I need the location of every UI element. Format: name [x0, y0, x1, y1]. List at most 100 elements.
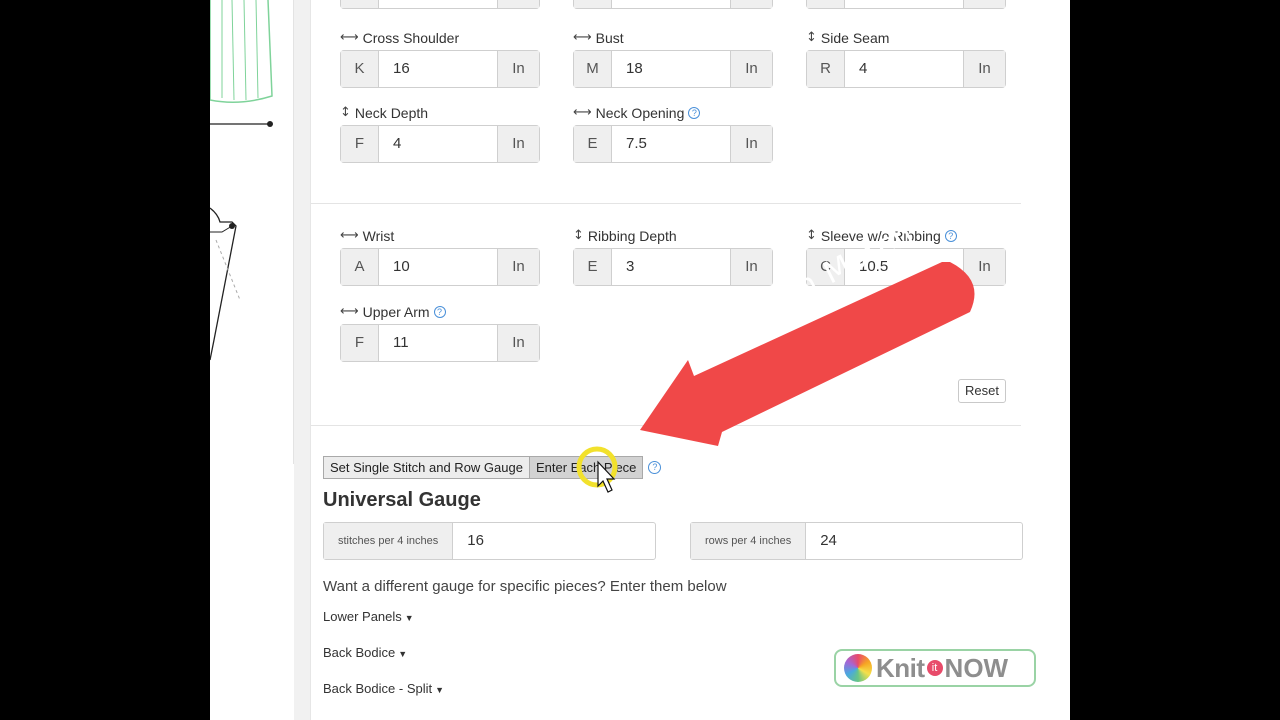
unit-suffix: In [730, 126, 772, 162]
unit-suffix: In [497, 249, 539, 285]
field-label: Bust [595, 30, 624, 46]
field-value[interactable]: 10 [379, 249, 497, 285]
upper-arm-input[interactable]: F 11 In [340, 324, 540, 362]
tab-each-piece[interactable]: Enter Each Piece [529, 456, 644, 479]
vertical-dimension-icon: ↕ [806, 30, 817, 45]
field-prefix: A [341, 249, 379, 285]
wrist-input[interactable]: A 10 In [340, 248, 540, 286]
neck-opening-field: ⟷ Neck Opening? E 7.5 In [573, 104, 773, 163]
side-seam-input[interactable]: R 4 In [806, 50, 1006, 88]
field-partial-1 [340, 0, 540, 9]
gauge-mode-tabs: Set Single Stitch and Row Gauge Enter Ea… [323, 456, 662, 479]
help-icon[interactable]: ? [648, 461, 662, 474]
logo-text-now: NOW [944, 652, 1009, 683]
field-value[interactable]: 3 [612, 249, 730, 285]
field-partial-3 [806, 0, 1006, 9]
field-prefix: R [807, 51, 845, 87]
reset-button[interactable]: Reset [958, 379, 1006, 403]
section-divider [311, 203, 1021, 204]
field-value[interactable]: 16 [379, 51, 497, 87]
field-prefix: E [574, 126, 612, 162]
field-label: Side Seam [820, 30, 890, 46]
horizontal-dimension-icon: ⟷ [340, 30, 359, 45]
tab-single-gauge[interactable]: Set Single Stitch and Row Gauge [323, 456, 530, 479]
field-value[interactable]: 11 [379, 325, 497, 361]
rows-value[interactable]: 24 [806, 523, 837, 559]
unit-suffix: In [963, 51, 1005, 87]
dropdown-back-bodice[interactable]: Back Bodice ▼ [323, 645, 407, 660]
upper-arm-field: ⟷ Upper Arm? F 11 In [340, 303, 540, 362]
horizontal-dimension-icon: ⟷ [573, 30, 592, 45]
unit-suffix: In [963, 249, 1005, 285]
field-label: Sleeve w/o Ribbing [820, 228, 941, 244]
ribbing-depth-field: ↕ Ribbing Depth E 3 In [573, 227, 773, 286]
ribbing-depth-input[interactable]: E 3 In [573, 248, 773, 286]
stitches-label: stitches per 4 inches [324, 523, 454, 559]
field-value[interactable]: 4 [845, 51, 963, 87]
neck-opening-input[interactable]: E 7.5 In [573, 125, 773, 163]
measurements-panel: ⟷ Cross Shoulder K 16 In ⟷ Bust M 18 In ↕ S… [310, 0, 1070, 720]
logo-text-knit: Knit [876, 652, 925, 683]
yarn-swirl-icon [844, 654, 872, 682]
field-prefix: E [574, 249, 612, 285]
field-label: Neck Depth [354, 105, 429, 121]
dropdown-label: Back Bodice [323, 645, 396, 660]
dropdown-back-bodice-split[interactable]: Back Bodice - Split ▼ [323, 681, 444, 696]
help-icon[interactable]: ? [688, 107, 701, 119]
field-value[interactable]: 18 [612, 51, 730, 87]
sleeve-wo-ribbing-field: ↕ Sleeve w/o Ribbing? C 10.5 In [806, 227, 1006, 286]
neck-depth-input[interactable]: F 4 In [340, 125, 540, 163]
caret-down-icon: ▼ [398, 649, 408, 659]
app-window: ⟷ Cross Shoulder K 16 In ⟷ Bust M 18 In ↕ S… [210, 0, 1070, 720]
bust-field: ⟷ Bust M 18 In [573, 29, 773, 88]
unit-suffix: In [730, 51, 772, 87]
caret-down-icon: ▼ [435, 685, 445, 695]
wrist-field: ⟷ Wrist A 10 In [340, 227, 540, 286]
sleeve-wo-ribbing-input[interactable]: C 10.5 In [806, 248, 1006, 286]
field-partial-2 [573, 0, 773, 9]
field-prefix: M [574, 51, 612, 87]
field-prefix: K [341, 51, 379, 87]
field-prefix: F [341, 126, 379, 162]
field-value[interactable]: 10.5 [845, 249, 963, 285]
unit-suffix: In [497, 126, 539, 162]
rows-gauge-input[interactable]: rows per 4 inches 24 [690, 522, 1023, 560]
field-label: Wrist [362, 228, 395, 244]
dropdown-lower-panels[interactable]: Lower Panels ▼ [323, 609, 414, 624]
pattern-diagram [210, 0, 273, 361]
field-value[interactable]: 4 [379, 126, 497, 162]
logo-text-it: it [926, 660, 943, 676]
help-icon[interactable]: ? [433, 306, 446, 318]
field-label: Neck Opening [595, 105, 685, 121]
piece-gauge-prompt: Want a different gauge for specific piec… [323, 578, 727, 595]
rows-label: rows per 4 inches [691, 523, 807, 559]
unit-suffix: In [497, 51, 539, 87]
neck-depth-field: ↕ Neck Depth F 4 In [340, 104, 540, 163]
unit-suffix: In [730, 249, 772, 285]
field-label: Ribbing Depth [587, 228, 677, 244]
dropdown-label: Lower Panels [323, 609, 402, 624]
stitches-gauge-input[interactable]: stitches per 4 inches 16 [323, 522, 656, 560]
side-seam-field: ↕ Side Seam R 4 In [806, 29, 1006, 88]
stitches-value[interactable]: 16 [453, 523, 484, 559]
field-prefix: C [807, 249, 845, 285]
bust-input[interactable]: M 18 In [573, 50, 773, 88]
vertical-dimension-icon: ↕ [573, 228, 584, 243]
gauge-title: Universal Gauge [323, 489, 481, 511]
dropdown-label: Back Bodice - Split [323, 681, 433, 696]
caret-down-icon: ▼ [404, 613, 414, 623]
vertical-dimension-icon: ↕ [340, 105, 351, 120]
field-label: Upper Arm [362, 304, 430, 320]
section-divider [311, 425, 1021, 426]
cross-shoulder-input[interactable]: K 16 In [340, 50, 540, 88]
pattern-diagram-panel [210, 0, 294, 464]
horizontal-dimension-icon: ⟷ [340, 304, 359, 319]
field-label: Cross Shoulder [362, 30, 460, 46]
field-value[interactable]: 7.5 [612, 126, 730, 162]
help-icon[interactable]: ? [944, 230, 957, 242]
cross-shoulder-field: ⟷ Cross Shoulder K 16 In [340, 29, 540, 88]
knititnow-logo: Knit it NOW [834, 649, 1036, 687]
panel-divider [294, 0, 310, 720]
field-prefix: F [341, 325, 379, 361]
horizontal-dimension-icon: ⟷ [573, 105, 592, 120]
